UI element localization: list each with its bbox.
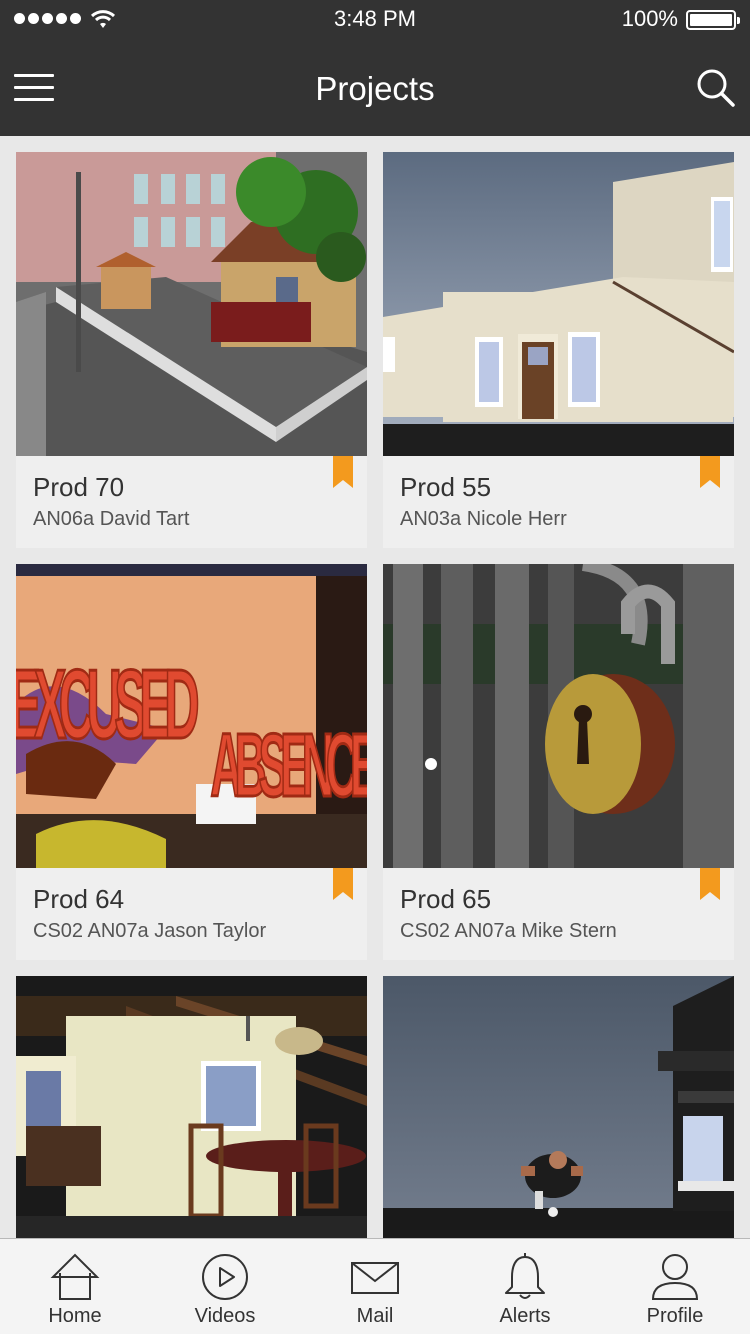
project-card[interactable]: Prod 55 AN03a Nicole Herr (383, 152, 734, 548)
project-card[interactable]: EXCUSED ABSENCE Prod 64 CS02 AN07a Jason… (16, 564, 367, 960)
mail-icon (351, 1262, 399, 1294)
thumbnail-text-absence: ABSENCE (210, 716, 367, 816)
tab-profile[interactable]: Profile (600, 1239, 750, 1334)
project-title: Prod 65 (400, 884, 492, 914)
tab-label: Profile (646, 1305, 704, 1327)
project-thumbnail (16, 976, 367, 1238)
project-card[interactable]: Prod 65 CS02 AN07a Mike Stern (383, 564, 734, 960)
project-subtitle: CS02 AN07a Mike Stern (400, 920, 617, 942)
project-card[interactable]: Prod 70 AN06a David Tart (16, 152, 367, 548)
projects-grid: Prod 70 AN06a David Tart Prod 55 AN03a N… (16, 152, 734, 1238)
navigation-bar: Projects (0, 40, 750, 136)
project-thumbnail: EXCUSED ABSENCE (16, 564, 367, 868)
tab-videos[interactable]: Videos (150, 1239, 300, 1334)
project-thumbnail (16, 152, 367, 456)
tab-label: Home (48, 1305, 102, 1327)
tab-label: Alerts (499, 1305, 551, 1327)
project-title: Prod 70 (33, 472, 125, 502)
thumbnail-text-excused: EXCUSED (16, 651, 200, 760)
project-thumbnail (383, 976, 734, 1238)
tab-bar: Home Videos Mail Alerts Profile (0, 1238, 750, 1334)
tab-label: Mail (356, 1305, 394, 1327)
project-card[interactable] (383, 976, 734, 1238)
search-icon[interactable] (696, 68, 736, 108)
project-subtitle: AN03a Nicole Herr (400, 508, 567, 530)
battery-icon (686, 10, 740, 30)
tab-label: Videos (194, 1305, 256, 1327)
tab-home[interactable]: Home (0, 1239, 150, 1334)
bookmark-icon[interactable] (333, 456, 353, 488)
bookmark-icon[interactable] (700, 868, 720, 900)
battery-percentage: 100% (621, 6, 678, 31)
play-icon (202, 1254, 248, 1300)
status-bar: 3:48 PM 100% (0, 0, 750, 40)
bell-icon (505, 1253, 545, 1299)
project-subtitle: CS02 AN07a Jason Taylor (33, 920, 267, 942)
project-card[interactable] (16, 976, 367, 1238)
profile-icon (651, 1254, 699, 1300)
home-icon (50, 1253, 100, 1300)
tab-alerts[interactable]: Alerts (450, 1239, 600, 1334)
bookmark-icon[interactable] (333, 868, 353, 900)
bookmark-icon[interactable] (700, 456, 720, 488)
project-thumbnail (383, 564, 734, 868)
project-title: Prod 55 (400, 472, 492, 502)
tab-mail[interactable]: Mail (300, 1239, 450, 1334)
project-thumbnail (383, 152, 734, 456)
page-title: Projects (315, 70, 435, 107)
project-title: Prod 64 (33, 884, 125, 914)
project-subtitle: AN06a David Tart (33, 508, 190, 530)
